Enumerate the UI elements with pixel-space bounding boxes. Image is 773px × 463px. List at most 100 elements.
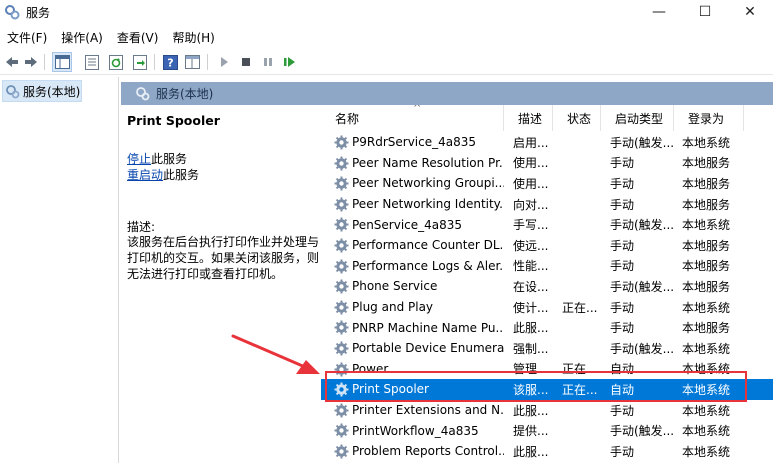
cell-startup-type: 手动	[610, 259, 635, 274]
restart-service-suffix: 此服务	[163, 168, 200, 182]
menu-view[interactable]: 查看(V)	[110, 27, 166, 47]
cell-name: Print Spooler	[352, 382, 429, 397]
menu-bar: 文件(F) 操作(A) 查看(V) 帮助(H)	[0, 27, 773, 47]
restart-service-line: 重启动此服务	[127, 166, 199, 183]
table-row[interactable]: Peer Networking Identity... 向对... 手动 本地服务	[321, 194, 773, 215]
window-title: 服务	[26, 6, 51, 20]
tree-item-services-local[interactable]: 服务(本地)	[2, 80, 82, 102]
help-icon[interactable]: ?	[160, 52, 180, 72]
menu-action[interactable]: 操作(A)	[54, 27, 110, 47]
table-row[interactable]: P9RdrService_4a835 启用... 手动(触发... 本地系统	[321, 132, 773, 153]
table-row[interactable]: Performance Counter DL... 使远... 手动 本地服务	[321, 235, 773, 256]
table-row[interactable]: Printer Extensions and N... 此服... 手动 本地系统	[321, 400, 773, 421]
cell-description: 提供...	[513, 424, 549, 439]
restart-icon[interactable]	[280, 52, 300, 72]
cell-status	[562, 214, 604, 235]
cell-name: PNRP Machine Name Pu...	[352, 320, 504, 335]
cell-description: 管理...	[513, 362, 549, 377]
sort-ascending-icon: ^	[413, 105, 422, 114]
selected-service-name: Print Spooler	[127, 113, 220, 128]
table-header: 名称 ^ 描述 状态 启动类型 登录为	[321, 105, 773, 131]
cell-startup-type: 手动	[610, 156, 635, 171]
cell-status	[562, 173, 604, 194]
properties-icon[interactable]	[82, 52, 102, 72]
console-tree: 服务(本地)	[0, 77, 119, 463]
cell-log-on-as: 本地服务	[682, 197, 731, 212]
column-header-label: 启动类型	[615, 111, 664, 126]
column-header-status[interactable]: 状态	[553, 105, 601, 131]
cell-log-on-as: 本地系统	[682, 300, 731, 315]
export-list-icon[interactable]	[130, 52, 150, 72]
table-row[interactable]: Performance Logs & Aler... 性能... 手动 本地服务	[321, 256, 773, 277]
column-header-label: 状态	[567, 111, 592, 126]
table-row[interactable]: Peer Name Resolution Pr... 使用... 手动 本地服务	[321, 153, 773, 174]
table-row[interactable]: Plug and Play 使计... 正在... 手动 本地系统	[321, 297, 773, 318]
cell-log-on-as: 本地系统	[682, 424, 731, 439]
cell-startup-type: 自动	[610, 382, 635, 397]
cell-startup-type: 手动	[610, 321, 635, 336]
cell-description: 使用...	[513, 156, 549, 171]
play-icon[interactable]	[214, 52, 234, 72]
cell-name: Performance Logs & Aler...	[352, 258, 504, 273]
table-row[interactable]: Power 管理... 正在... 自动 本地系统	[321, 359, 773, 380]
cell-description: 强制...	[513, 341, 549, 356]
stop-service-link[interactable]: 停止	[127, 152, 151, 166]
minimize-button[interactable]: —	[636, 0, 682, 24]
service-gear-icon	[333, 299, 350, 316]
maximize-icon: ☐	[698, 4, 712, 20]
column-header-description[interactable]: 描述	[504, 105, 553, 131]
stop-icon[interactable]	[236, 52, 256, 72]
cell-name: Peer Networking Identity...	[352, 197, 504, 212]
toolbar-separator	[207, 54, 208, 70]
maximize-button[interactable]: ☐	[682, 0, 728, 24]
service-gear-icon	[333, 216, 350, 233]
table-row[interactable]: PrintWorkflow_4a835 提供... 手动(触发... 本地系统	[321, 420, 773, 441]
table-row[interactable]: Peer Networking Groupi... 使用... 手动 本地服务	[321, 173, 773, 194]
minimize-icon: —	[652, 4, 666, 20]
cell-log-on-as: 本地服务	[682, 156, 731, 171]
cell-status: 正在...	[562, 300, 598, 315]
cell-startup-type: 手动	[610, 403, 635, 418]
cell-name: Power	[352, 361, 389, 376]
column-header-log-on-as[interactable]: 登录为	[674, 105, 744, 131]
extended-view-icon[interactable]	[182, 52, 202, 72]
cell-name: Phone Service	[352, 279, 438, 294]
cell-startup-type: 手动	[610, 176, 635, 191]
back-arrow-icon[interactable]	[2, 52, 22, 72]
panel-header-title: 服务(本地)	[156, 87, 214, 101]
forward-arrow-icon[interactable]	[21, 52, 41, 72]
cell-startup-type: 手动(触发...	[610, 279, 675, 294]
cell-name: Peer Name Resolution Pr...	[352, 155, 504, 170]
close-button[interactable]: ✕	[727, 0, 773, 24]
table-row[interactable]: PNRP Machine Name Pu... 此服... 手动 本地服务	[321, 317, 773, 338]
services-table: 名称 ^ 描述 状态 启动类型 登录为 P9RdrService_4a835 启用…	[321, 105, 773, 463]
cell-name: PrintWorkflow_4a835	[352, 423, 479, 438]
cell-log-on-as: 本地系统	[682, 382, 731, 397]
restart-service-link[interactable]: 重启动	[127, 168, 163, 182]
cell-description: 性能...	[513, 259, 549, 274]
cell-name: Peer Networking Groupi...	[352, 176, 504, 191]
menu-help[interactable]: 帮助(H)	[165, 27, 221, 47]
cell-description: 使计...	[513, 300, 549, 315]
cell-description: 此服...	[513, 444, 549, 459]
cell-description: 向对...	[513, 197, 549, 212]
table-row[interactable]: Problem Reports Control... 此服... 手动 本地系统	[321, 441, 773, 462]
service-gear-icon	[333, 258, 350, 275]
table-row[interactable]: Phone Service 在设... 手动(触发... 本地服务	[321, 276, 773, 297]
pause-icon[interactable]	[258, 52, 278, 72]
table-row[interactable]: PenService_4a835 手写... 手动(触发... 本地系统	[321, 214, 773, 235]
table-row[interactable]: Print Spooler 该服... 正在... 自动 本地系统	[321, 379, 773, 400]
cell-log-on-as: 本地服务	[682, 321, 731, 336]
column-header-label: 名称	[335, 111, 360, 126]
services-pane: 服务(本地) Print Spooler 停止此服务 重启动此服务 描述: 该服…	[121, 77, 773, 463]
cell-description: 在设...	[513, 279, 549, 294]
cell-log-on-as: 本地服务	[682, 259, 731, 274]
cell-status	[562, 132, 604, 153]
services-app-icon	[5, 5, 20, 20]
refresh-icon[interactable]	[106, 52, 126, 72]
column-header-startup-type[interactable]: 启动类型	[601, 105, 674, 131]
table-row[interactable]: Portable Device Enumera... 强制... 手动(触发... 本…	[321, 338, 773, 359]
console-tree-icon[interactable]	[52, 52, 72, 72]
column-header-name[interactable]: 名称 ^	[321, 105, 504, 131]
menu-file[interactable]: 文件(F)	[0, 27, 54, 47]
